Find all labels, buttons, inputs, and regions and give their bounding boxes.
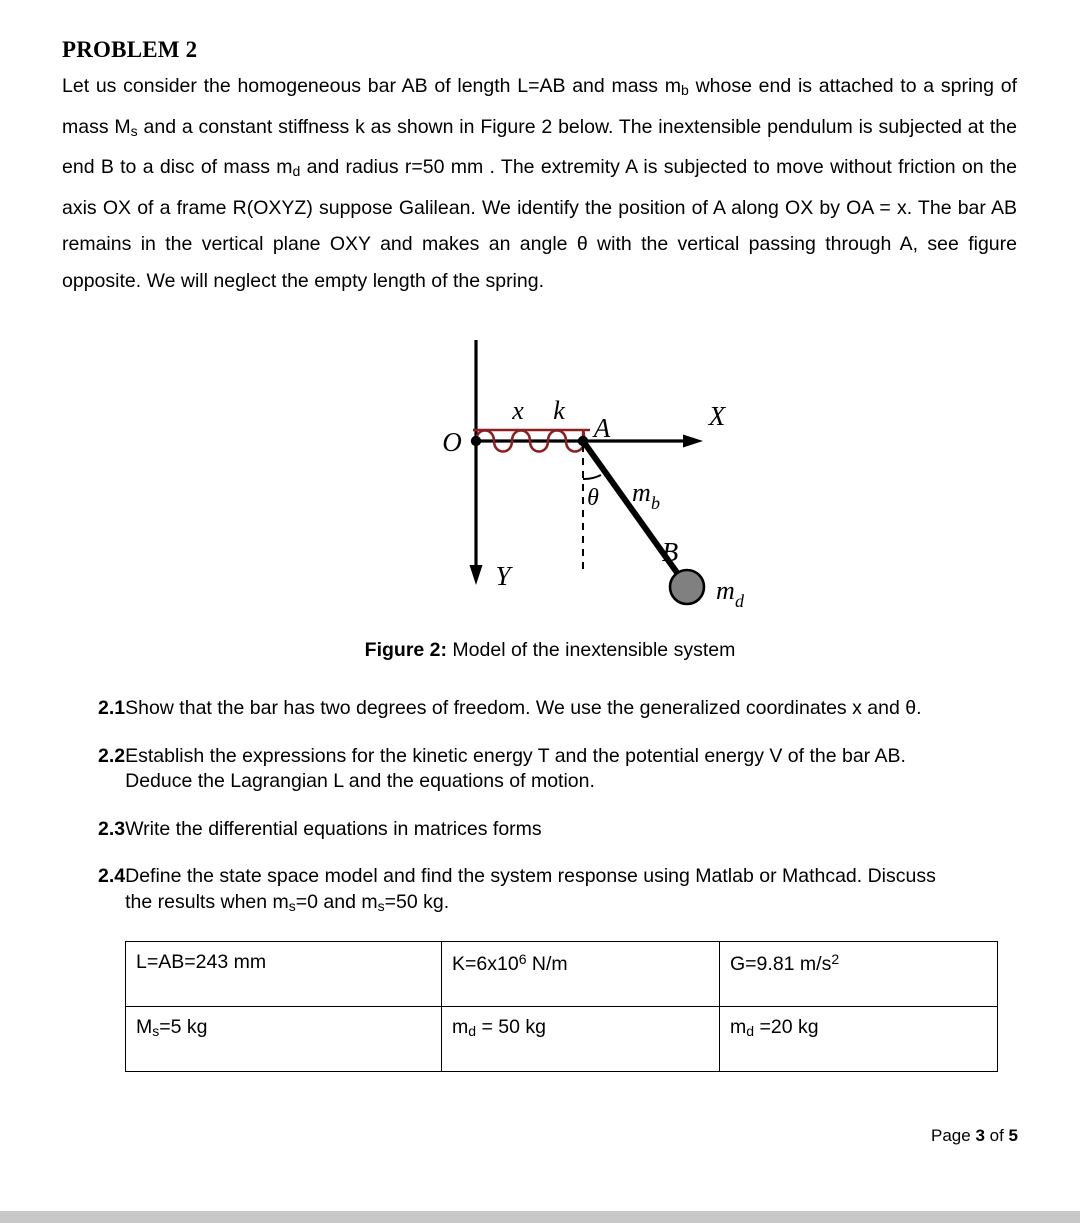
footer-prefix: Page [931,1126,976,1145]
problem-statement-paragraph: Let us consider the homogeneous bar AB o… [62,75,1017,292]
parameters-table-body: L=AB=243 mm K=6x106 N/m G=9.81 m/s2 Ms=5 kg… [125,941,998,1073]
document-page: PROBLEM 2 Let us consider the homogeneou… [0,0,1080,1211]
question-item-2-1: 2.1 Show that the bar has two degrees of … [98,696,1018,722]
page-footer: Page 3 of 5 [62,1126,1018,1146]
question-number: 2.4 [98,865,126,888]
question-text: Write the differential equations in matr… [125,817,542,840]
table-row: L=AB=243 mm K=6x106 N/m G=9.81 m/s2 [125,941,998,1008]
label-bar-mass-m: m [632,478,651,507]
angle-arc [582,474,602,481]
question-item-2-4: 2.4 Define the state space model and find… [98,864,1018,919]
x-axis-arrowhead [683,434,703,448]
question-number: 2.3 [98,817,126,840]
question-text: Establish the expressions for the kineti… [125,744,906,793]
table-cell: K=6x106 N/m [441,941,720,1008]
figure-caption: Figure 2: Model of the inextensible syst… [62,639,1018,662]
label-bar-mass-mb: m b [632,478,660,513]
parameters-table: L=AB=243 mm K=6x106 N/m G=9.81 m/s2 Ms=5 kg… [125,941,998,1073]
disc-md-circle [668,568,706,606]
label-point-a: A [592,413,611,443]
table-cell: L=AB=243 mm [125,941,442,1008]
page-title: PROBLEM 2 [62,37,198,62]
label-stiffness-k: k [553,396,565,425]
label-disc-mass-subscript: d [735,591,745,611]
y-axis-arrowhead [469,565,483,586]
figure-caption-label: Figure 2: [364,639,448,662]
question-text: Show that the bar has two degrees of fre… [125,697,922,720]
footer-current-page: 3 [975,1126,985,1145]
origin-point-dot [470,436,482,447]
label-origin: O [442,427,462,457]
question-number: 2.1 [98,697,126,720]
label-disc-mass-md: m d [716,576,745,611]
table-cell: md = 50 kg [441,1006,720,1073]
page-bottom-edge [0,1211,1080,1223]
label-bar-mass-subscript: b [651,493,660,513]
label-angle-theta: θ [587,485,599,511]
table-cell: Ms=5 kg [125,1006,442,1073]
label-y-axis: Y [495,561,513,591]
footer-middle: of [984,1126,1009,1145]
table-cell: md =20 kg [719,1006,998,1073]
question-list: 2.1 Show that the bar has two degrees of … [62,696,1018,919]
label-disc-mass-m: m [716,576,735,605]
table-cell: G=9.81 m/s2 [719,941,998,1008]
page-content: PROBLEM 2 Let us consider the homogeneou… [62,36,1018,1073]
figure-2-container: O X Y A B x k θ m b m d [62,327,1018,627]
figure-caption-text: Model of the inextensible system [447,639,736,662]
question-text: Define the state space model and find th… [125,865,936,914]
label-point-b: B [662,537,679,567]
table-row: Ms=5 kg md = 50 kg md =20 kg [125,1006,998,1073]
question-item-2-2: 2.2 Establish the expressions for the kin… [98,744,1018,795]
question-number: 2.2 [98,744,126,767]
label-displacement-x: x [511,396,524,425]
figure-2-diagram: O X Y A B x k θ m b m d [442,340,745,611]
question-item-2-3: 2.3 Write the differential equations in m… [98,817,1018,843]
footer-total-pages: 5 [1008,1126,1018,1145]
label-x-axis: X [708,401,727,431]
